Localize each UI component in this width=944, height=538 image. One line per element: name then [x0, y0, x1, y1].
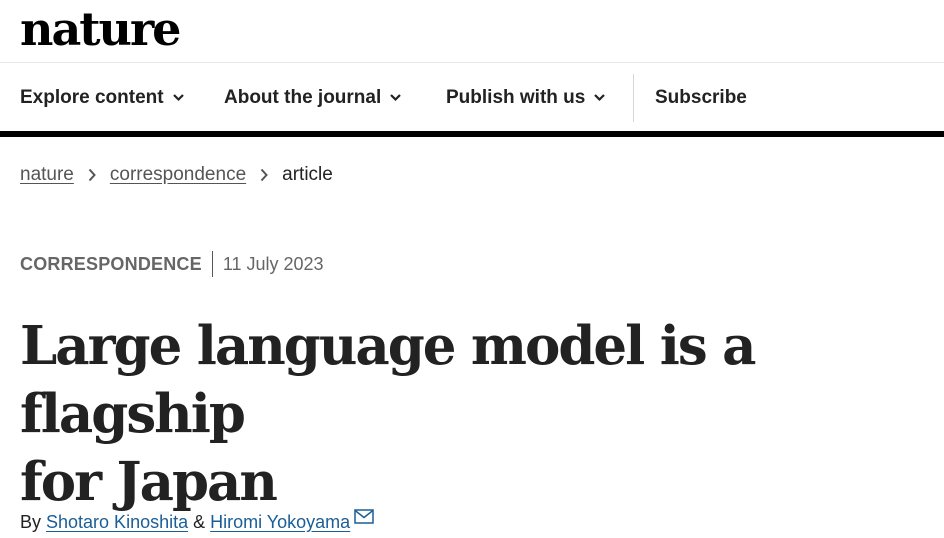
author-link-kinoshita[interactable]: Shotaro Kinoshita: [46, 512, 188, 533]
nav-about-journal[interactable]: About the journal: [224, 64, 402, 131]
nav-divider: [633, 74, 634, 122]
chevron-down-icon: [172, 94, 184, 102]
nav-publish-with-us[interactable]: Publish with us: [446, 64, 606, 131]
chevron-right-icon: [88, 168, 96, 182]
author-separator: &: [193, 511, 206, 532]
nav-explore-content[interactable]: Explore content: [20, 64, 185, 131]
publication-date: 11 July 2023: [222, 253, 324, 274]
breadcrumb: nature correspondence article: [20, 162, 333, 188]
title-line-1: Large language model is a flagship: [20, 315, 756, 445]
breadcrumb-correspondence[interactable]: correspondence: [110, 164, 246, 186]
nav-item-label: About the journal: [224, 86, 382, 108]
header-bar: nature: [0, 0, 944, 63]
chevron-down-icon: [390, 94, 402, 102]
article-title: Large language model is a flagship for J…: [20, 312, 920, 516]
article-meta: CORRESPONDENCE 11 July 2023: [20, 250, 324, 278]
title-line-2: for Japan: [20, 451, 278, 513]
author-link-yokoyama[interactable]: Hiromi Yokoyama: [210, 512, 350, 533]
nature-logo[interactable]: nature: [20, 2, 181, 56]
chevron-right-icon: [260, 168, 268, 182]
nav-border: [0, 131, 944, 137]
nav-item-label: Publish with us: [446, 86, 586, 108]
author-byline: By Shotaro Kinoshita & Hiromi Yokoyama: [20, 508, 374, 536]
byline-prefix: By: [20, 511, 42, 532]
meta-divider: [211, 251, 213, 277]
breadcrumb-current: article: [282, 164, 333, 185]
article-type: CORRESPONDENCE: [20, 253, 202, 274]
breadcrumb-nature[interactable]: nature: [20, 164, 74, 186]
main-navigation: Explore content About the journal Publis…: [0, 64, 944, 131]
nav-item-label: Explore content: [20, 86, 164, 108]
envelope-icon[interactable]: [354, 508, 374, 524]
subscribe-link[interactable]: Subscribe: [655, 64, 747, 131]
chevron-down-icon: [594, 94, 606, 102]
